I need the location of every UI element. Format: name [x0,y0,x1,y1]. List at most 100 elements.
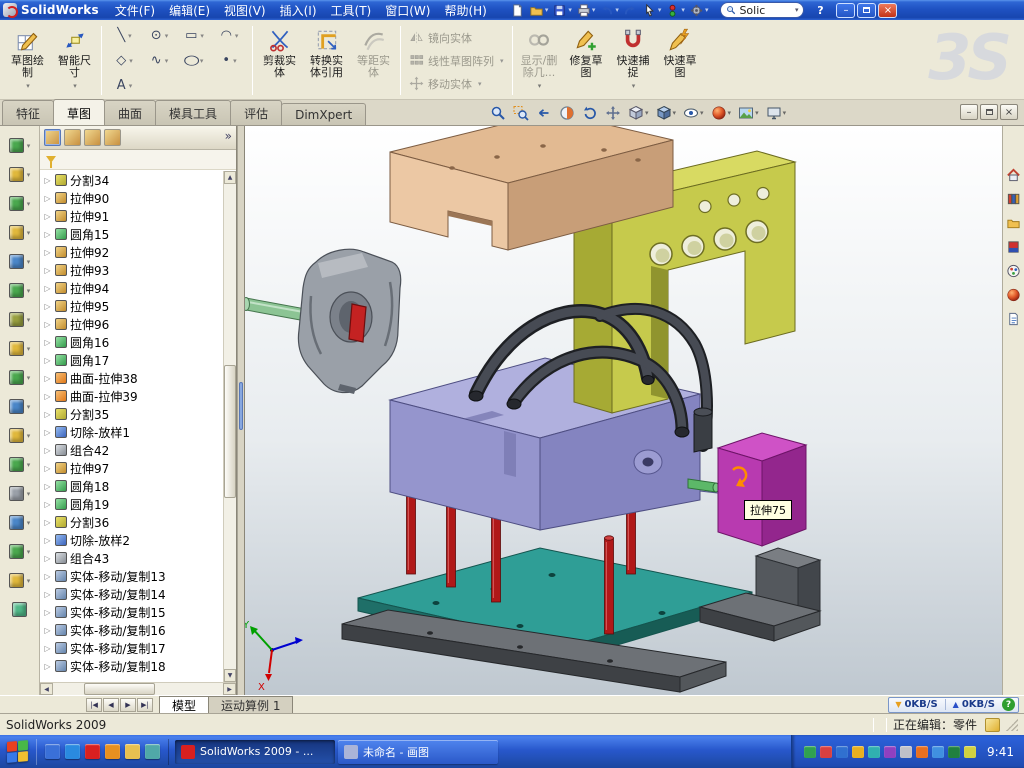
feature-tree-item[interactable]: 分割36 [40,513,223,531]
last-tab-button[interactable] [137,698,153,712]
feature-tree-item[interactable]: 实体-移动/复制13 [40,567,223,585]
tray-icon[interactable] [964,746,976,758]
tool-flyout[interactable] [9,537,31,566]
toolbar-button[interactable]: 修复草图 [563,22,610,99]
solidworks-icon[interactable] [85,744,100,759]
toolbar-button[interactable]: 转换实体引用 [303,22,350,99]
configurationmanager-tab-icon[interactable] [84,129,101,146]
appearances-icon[interactable] [1005,286,1022,303]
feature-tree-item[interactable]: 实体-移动/复制14 [40,585,223,603]
start-button[interactable] [7,740,28,763]
tray-icon[interactable] [948,746,960,758]
toolbar-button[interactable]: 等距实体 [350,22,397,99]
featuremanager-tab-icon[interactable] [44,129,61,146]
expand-arrow-icon[interactable] [43,248,52,257]
tree-vertical-scrollbar[interactable] [223,171,236,682]
model-scene[interactable]: Y X [245,126,1002,695]
minimize-button[interactable]: – [836,3,855,18]
scroll-up-arrow[interactable] [224,171,236,184]
pan-icon[interactable] [603,103,623,122]
internet-explorer-icon[interactable] [65,744,80,759]
tool-flyout[interactable] [9,305,31,334]
expand-arrow-icon[interactable] [43,410,52,419]
expand-arrow-icon[interactable] [43,590,52,599]
undo-icon[interactable] [598,2,620,18]
propertymanager-tab-icon[interactable] [64,129,81,146]
search-input[interactable]: Solic [739,4,791,17]
options-icon[interactable] [688,2,710,18]
file-explorer-icon[interactable] [1005,214,1022,231]
tool-flyout[interactable] [9,247,31,276]
feature-tree-item[interactable]: 实体-移动/复制17 [40,639,223,657]
expand-arrow-icon[interactable] [43,572,52,581]
command-tab[interactable]: DimXpert [281,103,366,125]
feature-tree-item[interactable]: 分割34 [40,171,223,189]
tool-flyout[interactable] [9,334,31,363]
tray-icon[interactable] [884,746,896,758]
tray-icon[interactable] [804,746,816,758]
feature-tree-item[interactable]: 圆角19 [40,495,223,513]
tool-flyout[interactable] [9,276,31,305]
spline-tool[interactable]: ∿ [142,48,177,73]
taskbar-task-button[interactable]: 未命名 - 画图 [338,740,498,764]
feature-tree-item[interactable]: 圆角17 [40,351,223,369]
tool-flyout[interactable] [9,218,31,247]
model-tab[interactable]: 运动算例 1 [208,696,293,713]
insert-block[interactable] [718,433,806,546]
scroll-right-arrow[interactable] [223,683,236,695]
expand-arrow-icon[interactable] [43,626,52,635]
feature-tree-item[interactable]: 切除-放样1 [40,423,223,441]
feature-tree-item[interactable]: 组合42 [40,441,223,459]
expand-arrow-icon[interactable] [43,320,52,329]
tray-icon[interactable] [900,746,912,758]
view-orientation-icon[interactable] [626,103,651,122]
expand-arrow-icon[interactable] [43,428,52,437]
doc-restore-button[interactable] [980,104,998,120]
expand-arrow-icon[interactable] [43,302,52,311]
section-view-icon[interactable] [557,103,577,122]
feature-tree-item[interactable]: 实体-移动/复制15 [40,603,223,621]
graphics-area[interactable]: Y X 拉伸75 [245,126,1002,695]
command-tab[interactable]: 曲面 [104,100,156,125]
show-desktop-icon[interactable] [45,744,60,759]
expand-arrow-icon[interactable] [43,194,52,203]
feature-tree-item[interactable]: 圆角16 [40,333,223,351]
tool-flyout[interactable] [9,479,31,508]
doc-minimize-button[interactable]: – [960,104,978,120]
apply-scene-icon[interactable] [736,103,761,122]
my-documents-icon[interactable] [125,744,140,759]
tool-flyout[interactable] [9,450,31,479]
menu-item[interactable]: 视图(V) [217,0,273,21]
model-tab[interactable]: 模型 [159,696,209,713]
line-tool[interactable]: ╲ [107,23,142,48]
point-tool[interactable]: • [212,48,247,73]
menu-item[interactable]: 编辑(E) [162,0,217,21]
toolbar-button[interactable]: 移动实体 [404,72,509,95]
feature-tree-item[interactable]: 拉伸90 [40,189,223,207]
taskbar-task-button[interactable]: SolidWorks 2009 - ... [175,740,335,764]
new-document-icon[interactable] [509,2,526,18]
tray-icon[interactable] [820,746,832,758]
close-button[interactable]: × [878,3,897,18]
search-box[interactable]: Solic [720,2,804,18]
save-icon[interactable] [551,2,573,18]
feature-tree-item[interactable]: 拉伸95 [40,297,223,315]
feature-tree-item[interactable]: 圆角15 [40,225,223,243]
arc-tool[interactable]: ◠ [212,23,247,48]
expand-arrow-icon[interactable] [43,644,52,653]
menu-item[interactable]: 窗口(W) [378,0,437,21]
filter-icon[interactable] [46,156,56,163]
toolbar-button[interactable]: 草图绘制 [4,22,51,99]
panel-splitter[interactable] [237,126,245,695]
media-player-icon[interactable] [105,744,120,759]
feature-tree-item[interactable]: 切除-放样2 [40,531,223,549]
display-style-icon[interactable] [654,103,679,122]
feature-tree-item[interactable]: 拉伸96 [40,315,223,333]
tool-flyout[interactable] [9,566,31,595]
next-tab-button[interactable] [120,698,136,712]
hide-show-items-icon[interactable] [681,103,706,122]
command-tab[interactable]: 特征 [2,100,54,125]
expand-arrow-icon[interactable] [43,374,52,383]
expand-arrow-icon[interactable] [43,176,52,185]
toolbar-button[interactable]: 显示/删除几... [516,22,563,99]
